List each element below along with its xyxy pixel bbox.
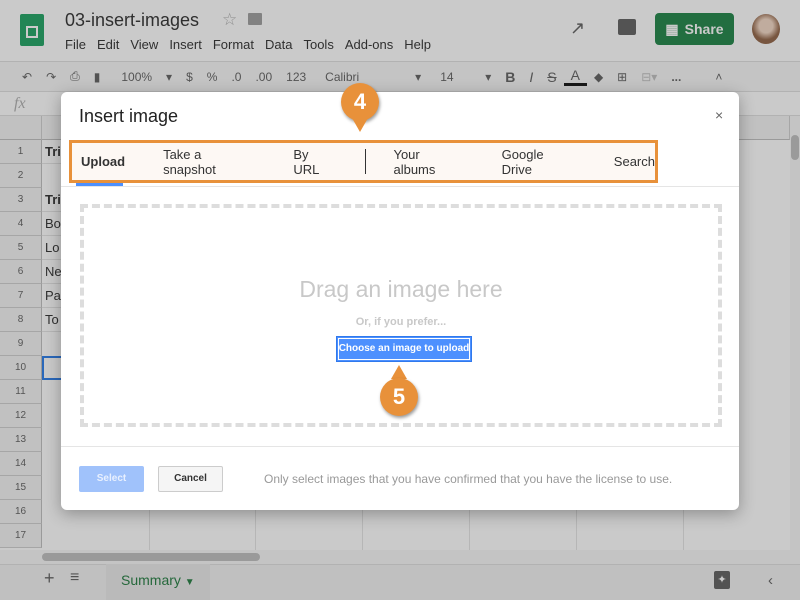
- tab-google-drive[interactable]: Google Drive: [493, 147, 575, 177]
- dialog-title: Insert image: [79, 106, 179, 126]
- drag-instruction: Drag an image here: [299, 276, 503, 302]
- divider: [61, 186, 739, 187]
- close-icon[interactable]: ×: [715, 107, 723, 123]
- divider: [61, 446, 739, 447]
- choose-image-button[interactable]: Choose an image to upload: [336, 336, 472, 362]
- tab-divider: [364, 149, 366, 174]
- tab-your-albums[interactable]: Your albums: [384, 147, 462, 177]
- select-button[interactable]: Select: [79, 466, 144, 492]
- license-note: Only select images that you have confirm…: [264, 472, 673, 486]
- tab-upload[interactable]: Upload: [72, 154, 125, 169]
- callout-pointer: [352, 118, 368, 132]
- callout-step-4: 4: [341, 83, 379, 121]
- callout-pointer: [391, 365, 407, 379]
- image-source-tabs: Upload Take a snapshot By URL Your album…: [69, 140, 658, 183]
- callout-step-5: 5: [380, 378, 418, 416]
- cancel-button[interactable]: Cancel: [158, 466, 223, 492]
- insert-image-dialog: Insert image × Upload Take a snapshot By…: [61, 92, 739, 510]
- tab-take-snapshot[interactable]: Take a snapshot: [154, 147, 254, 177]
- tab-search[interactable]: Search: [605, 154, 655, 169]
- prefer-text: Or, if you prefer...: [355, 316, 447, 328]
- tab-by-url[interactable]: By URL: [284, 147, 336, 177]
